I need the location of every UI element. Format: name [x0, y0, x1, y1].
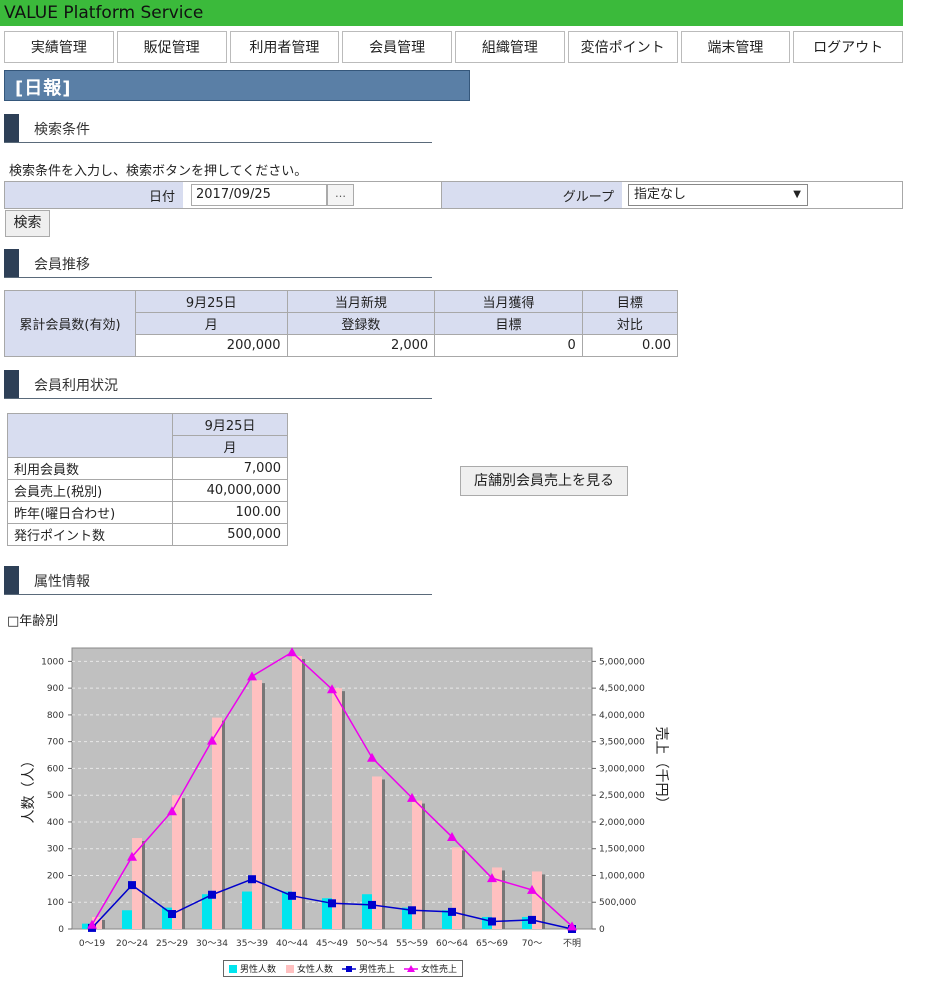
y2-tick-label: 5,000,000: [599, 657, 645, 667]
point-marker: [488, 917, 496, 926]
x-tick-label: 不明: [563, 938, 581, 949]
chart-legend-box: [223, 960, 463, 977]
y-tick-label: 200: [47, 871, 64, 881]
point-marker: [208, 890, 216, 899]
y-tick-label: 700: [47, 738, 64, 748]
x-tick-label: 45～49: [316, 939, 348, 949]
y2-tick-label: 3,500,000: [599, 738, 645, 748]
y2-tick-label: 2,000,000: [599, 818, 645, 828]
bar: [292, 656, 302, 929]
y2-tick-label: 4,500,000: [599, 684, 645, 694]
y-tick-label: 0: [58, 925, 64, 935]
age-chart: 0 100 200 300 400 500 600 700 800 900 1000 0 500,000…: [21, 647, 669, 975]
x-tick-label: 30～34: [196, 939, 228, 949]
point-marker: [168, 910, 176, 919]
y-tick-label: 100: [47, 898, 64, 908]
y-tick-label: 600: [47, 764, 64, 774]
x-tick-label: 70～: [522, 939, 542, 949]
point-marker: [528, 915, 536, 924]
y2-tick-label: 1,000,000: [599, 871, 645, 881]
bar: [122, 910, 132, 929]
bar: [252, 680, 262, 929]
point-marker: [368, 900, 376, 909]
x-tick-label: 20～24: [116, 939, 148, 949]
bar: [452, 847, 462, 929]
point-marker: [408, 906, 416, 915]
y-tick-label: 1000: [41, 657, 64, 667]
bar: [172, 795, 182, 929]
y-tick-label: 400: [47, 818, 64, 828]
point-marker: [128, 881, 136, 890]
x-tick-label: 35～39: [236, 939, 268, 949]
y-tick-label: 500: [47, 791, 64, 801]
bar: [362, 894, 372, 929]
bar: [332, 688, 342, 929]
x-tick-label: 55～59: [396, 939, 428, 949]
y2-tick-label: 4,000,000: [599, 711, 645, 721]
y2-tick-label: 0: [599, 925, 605, 935]
point-marker: [448, 907, 456, 916]
y-axis-label: 人数（人）: [21, 754, 37, 824]
y2-axis-label: 売上（千円）: [653, 727, 669, 811]
y2-tick-label: 3,000,000: [599, 764, 645, 774]
x-tick-label: 50～54: [356, 939, 388, 949]
bar: [242, 891, 252, 929]
y-tick-label: 300: [47, 845, 64, 855]
x-tick-label: 25～29: [156, 939, 188, 949]
x-tick-label: 60～64: [436, 939, 468, 949]
point-marker: [248, 875, 256, 884]
x-tick-label: 40～44: [276, 939, 308, 949]
y-tick-label: 800: [47, 711, 64, 721]
x-tick-label: 65～69: [476, 939, 508, 949]
y-tick-label: 900: [47, 684, 64, 694]
point-marker: [328, 899, 336, 908]
point-marker: [288, 891, 296, 900]
y2-tick-label: 500,000: [599, 898, 636, 908]
y2-tick-label: 1,500,000: [599, 845, 645, 855]
y2-tick-label: 2,500,000: [599, 791, 645, 801]
x-tick-label: 0～19: [79, 939, 105, 949]
